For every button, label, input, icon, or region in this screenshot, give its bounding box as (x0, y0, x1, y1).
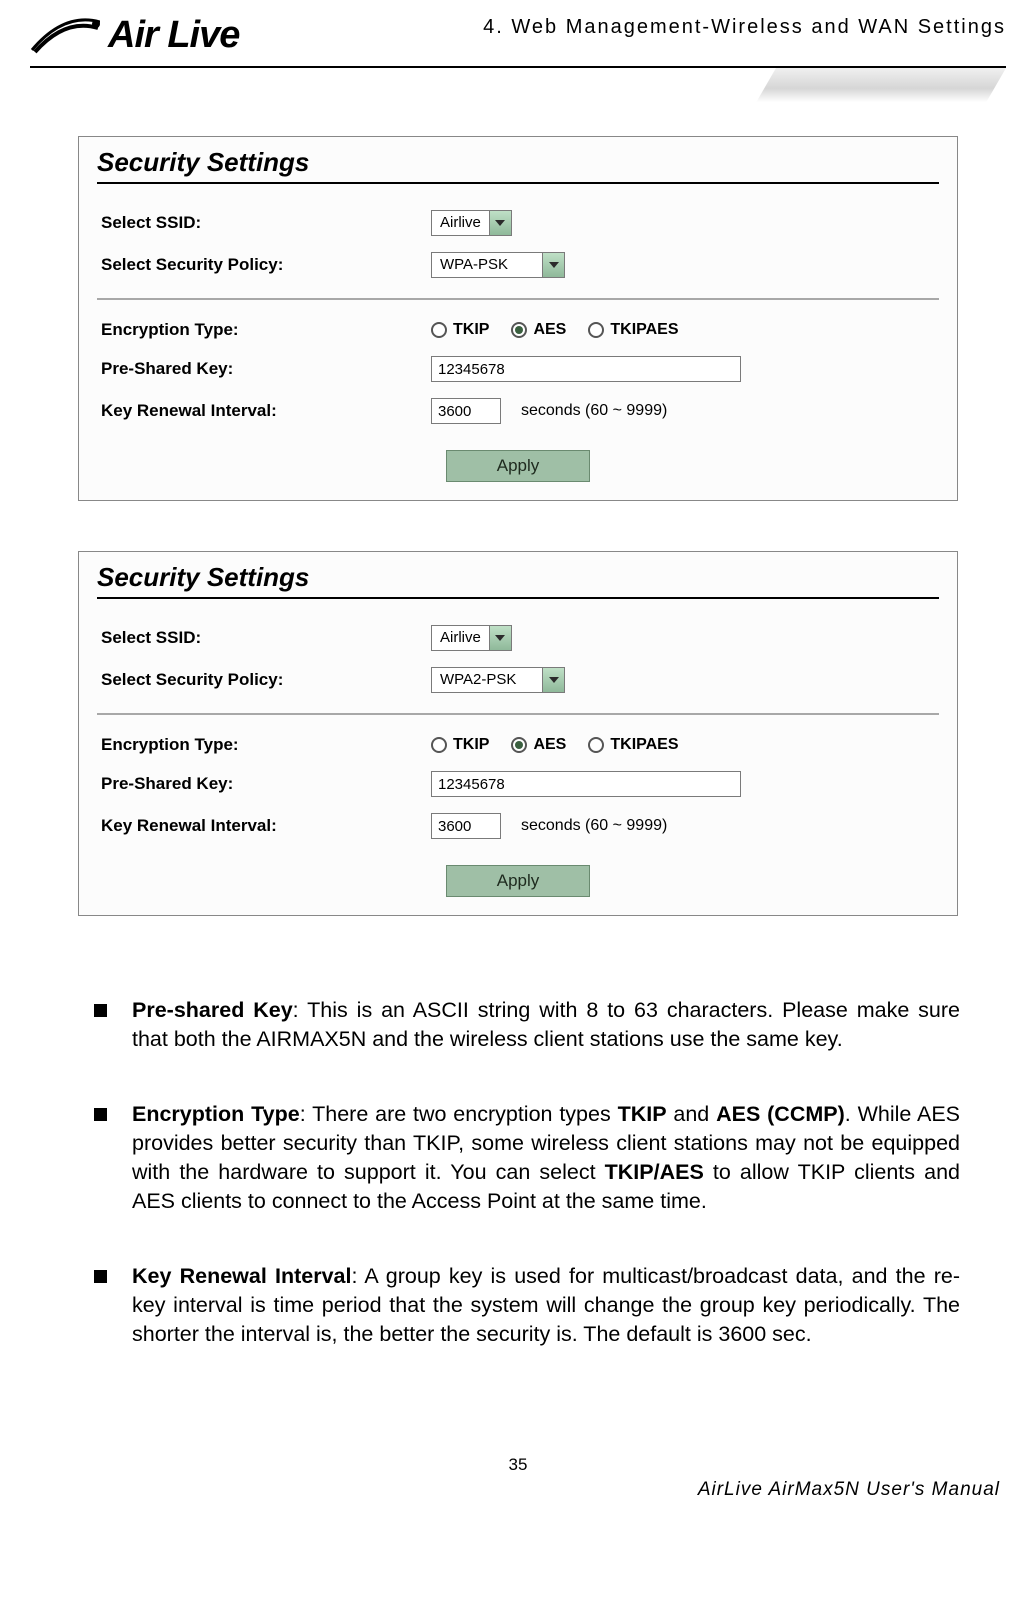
dropdown-arrow-icon (542, 253, 564, 277)
dropdown-arrow-icon (542, 668, 564, 692)
panel-title: Security Settings (79, 552, 957, 597)
page-number: 35 (36, 1455, 1000, 1475)
psk-label: Pre-Shared Key: (101, 359, 431, 379)
radio-label: TKIP (453, 736, 489, 754)
ssid-label: Select SSID: (101, 213, 431, 233)
logo-text: Air Live (108, 14, 239, 57)
bullet-term: Pre-shared Key (132, 998, 293, 1022)
radio-label: TKIP (453, 321, 489, 339)
footer-manual-title: AirLive AirMax5N User's Manual (36, 1479, 1000, 1501)
bullet-strong: AES (CCMP) (716, 1102, 845, 1126)
bullet-encryption: Encryption Type: There are two encryptio… (84, 1100, 960, 1216)
radio-icon (511, 322, 527, 338)
encryption-label: Encryption Type: (101, 320, 431, 340)
renew-suffix: seconds (60 ~ 9999) (521, 817, 667, 835)
dropdown-arrow-icon (489, 626, 511, 650)
radio-tkip[interactable]: TKIP (431, 736, 489, 754)
bullet-text: : There are two encryption types (300, 1102, 618, 1126)
radio-icon (588, 737, 604, 753)
radio-aes[interactable]: AES (511, 321, 566, 339)
ssid-select[interactable]: Airlive (431, 625, 512, 651)
ssid-select-value: Airlive (432, 626, 489, 650)
psk-label: Pre-Shared Key: (101, 774, 431, 794)
brand-logo: Air Live (30, 10, 239, 60)
bullet-strong: TKIP/AES (605, 1160, 704, 1184)
radio-label: TKIPAES (610, 736, 678, 754)
policy-label: Select Security Policy: (101, 255, 431, 275)
chapter-title: 4. Web Management-Wireless and WAN Setti… (483, 10, 1006, 39)
radio-icon (431, 322, 447, 338)
header-divider (30, 66, 1006, 106)
panel-title: Security Settings (79, 137, 957, 182)
radio-tkip[interactable]: TKIP (431, 321, 489, 339)
encryption-label: Encryption Type: (101, 735, 431, 755)
bullet-term: Key Renewal Interval (132, 1264, 351, 1288)
bullet-renewal: Key Renewal Interval: A group key is use… (84, 1262, 960, 1349)
security-settings-panel-1: Security Settings Select SSID: Airlive S… (78, 136, 958, 501)
panel-divider (97, 713, 939, 715)
radio-tkipaes[interactable]: TKIPAES (588, 321, 678, 339)
radio-label: AES (533, 321, 566, 339)
bullet-term: Encryption Type (132, 1102, 300, 1126)
renew-input[interactable] (431, 813, 501, 839)
radio-label: TKIPAES (610, 321, 678, 339)
radio-icon (588, 322, 604, 338)
panel-divider (97, 298, 939, 300)
ssid-select[interactable]: Airlive (431, 210, 512, 236)
policy-select-value: WPA2-PSK (432, 668, 542, 692)
policy-select-value: WPA-PSK (432, 253, 542, 277)
ssid-label: Select SSID: (101, 628, 431, 648)
radio-tkipaes[interactable]: TKIPAES (588, 736, 678, 754)
bullet-psk: Pre-shared Key: This is an ASCII string … (84, 996, 960, 1054)
policy-select[interactable]: WPA-PSK (431, 252, 565, 278)
renew-label: Key Renewal Interval: (101, 401, 431, 421)
renew-suffix: seconds (60 ~ 9999) (521, 402, 667, 420)
policy-label: Select Security Policy: (101, 670, 431, 690)
bullet-strong: TKIP (618, 1102, 667, 1126)
radio-aes[interactable]: AES (511, 736, 566, 754)
bullet-text: and (667, 1102, 717, 1126)
ssid-select-value: Airlive (432, 211, 489, 235)
apply-button[interactable]: Apply (446, 450, 591, 482)
security-settings-panel-2: Security Settings Select SSID: Airlive S… (78, 551, 958, 916)
psk-input[interactable] (431, 356, 741, 382)
radio-icon (431, 737, 447, 753)
radio-icon (511, 737, 527, 753)
renew-label: Key Renewal Interval: (101, 816, 431, 836)
dropdown-arrow-icon (489, 211, 511, 235)
renew-input[interactable] (431, 398, 501, 424)
logo-swoosh-icon (30, 10, 100, 60)
psk-input[interactable] (431, 771, 741, 797)
apply-button[interactable]: Apply (446, 865, 591, 897)
policy-select[interactable]: WPA2-PSK (431, 667, 565, 693)
radio-label: AES (533, 736, 566, 754)
